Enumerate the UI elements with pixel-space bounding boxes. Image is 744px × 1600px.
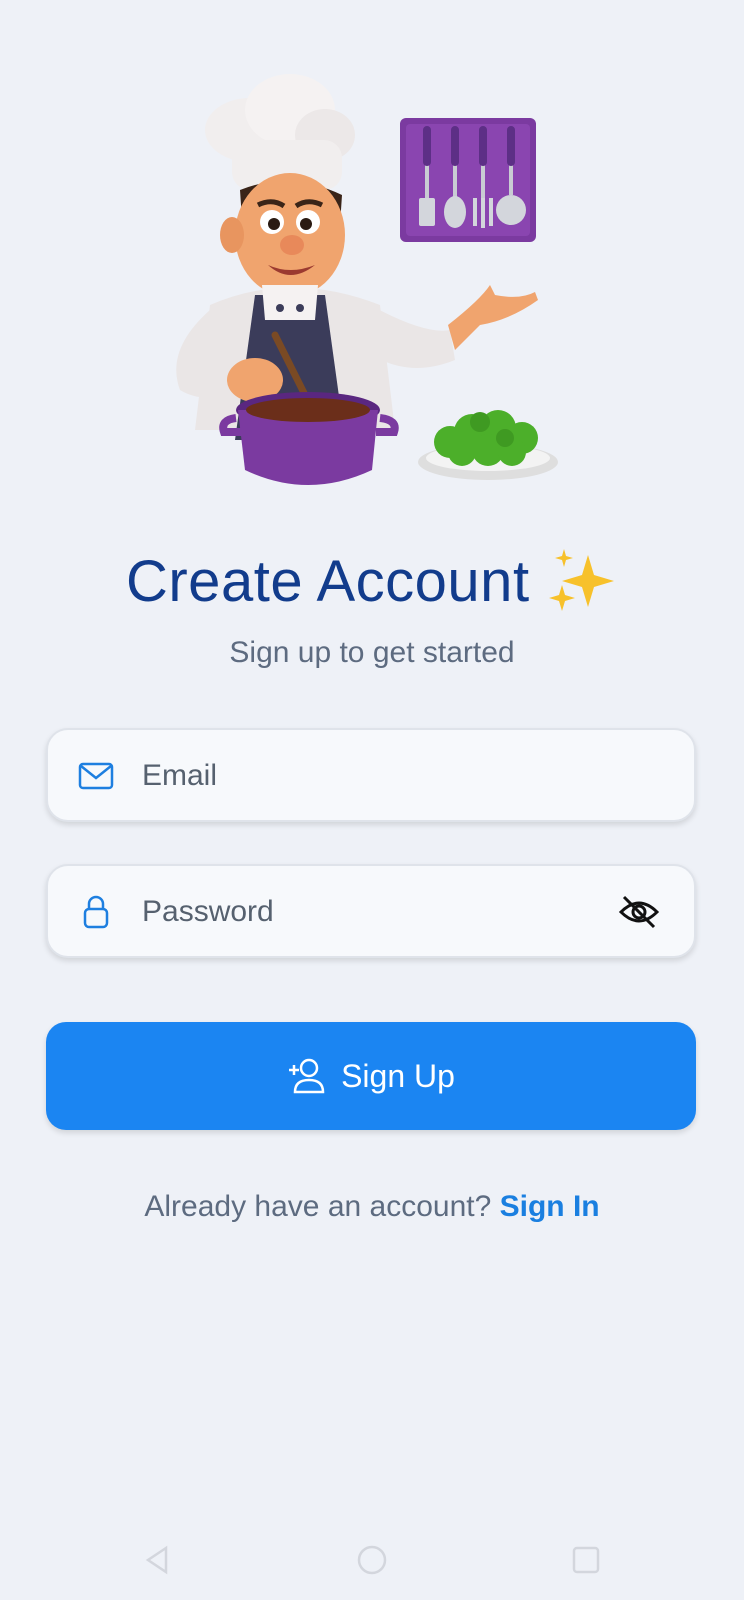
page-title: Create Account: [125, 549, 530, 614]
home-circle-icon[interactable]: [354, 1542, 390, 1578]
create-account-screen: Create Account Sign up to get started Em…: [0, 0, 744, 1600]
title-row: Create Account: [0, 548, 744, 615]
user-plus-icon: [289, 1058, 325, 1094]
signin-row: Already have an account? Sign In: [0, 1190, 744, 1224]
lock-icon: [83, 895, 109, 929]
password-input[interactable]: [140, 886, 584, 938]
signup-button[interactable]: Sign Up: [46, 1022, 696, 1130]
recents-square-icon[interactable]: [568, 1542, 604, 1578]
signin-link[interactable]: Sign In: [500, 1190, 600, 1223]
password-field-container[interactable]: [46, 864, 696, 958]
sparkles-icon: [549, 548, 615, 611]
signup-button-label: Sign Up: [341, 1057, 455, 1094]
back-triangle-icon[interactable]: [140, 1542, 176, 1578]
email-input[interactable]: [140, 750, 584, 802]
page-subtitle: Sign up to get started: [229, 636, 515, 669]
chef-illustration: [176, 74, 558, 485]
signin-prompt: Already have an account?: [144, 1190, 492, 1223]
email-field-container[interactable]: [46, 728, 696, 822]
eye-off-icon[interactable]: [618, 894, 660, 930]
mail-icon: [78, 762, 114, 790]
system-navbar: [0, 1530, 744, 1590]
